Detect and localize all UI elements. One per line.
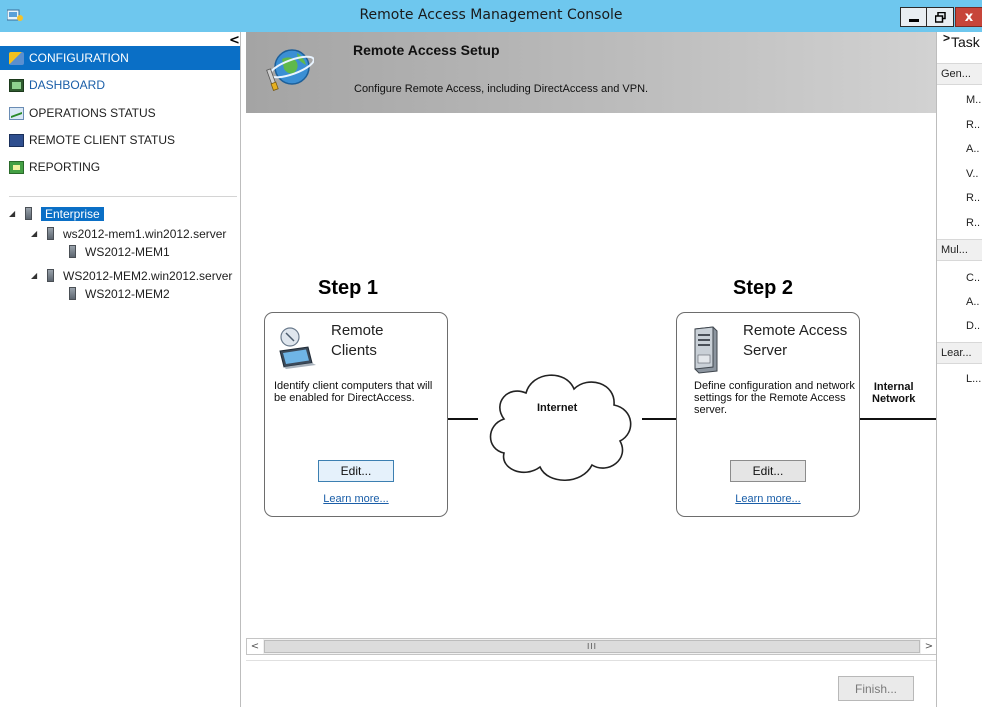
nav-divider [9,196,237,197]
remote-access-server-heading: Remote Access Server [743,321,847,361]
remote-access-server-learn-more-link[interactable]: Learn more... [677,493,859,505]
tree-node-server-2[interactable]: ◢ WS2012-MEM2.win2012.server [31,267,232,284]
minimize-icon [908,18,919,22]
task-item[interactable]: V.. [966,168,978,180]
heading-line2: Clients [331,342,377,359]
task-item[interactable]: D.. [966,320,980,332]
close-button[interactable]: x [955,7,982,27]
tree-node-label: Enterprise [41,206,104,221]
internal-network-line2: Network [872,393,916,405]
expand-arrow-icon[interactable]: ◢ [31,229,41,238]
globe-tools-icon [266,49,314,91]
tree-node-label: ws2012-mem1.win2012.server [63,226,227,241]
scrollbar-thumb[interactable]: III [264,640,920,653]
internet-cloud-icon [489,374,632,481]
scroll-left-icon[interactable]: < [247,639,263,654]
internal-network-label: Internal Network [872,381,915,405]
expand-arrow-icon[interactable]: ◢ [31,271,41,280]
nav-dashboard[interactable]: DASHBOARD [0,73,240,97]
close-icon: x [964,9,974,25]
heading-line2: Server [743,342,788,359]
task-item[interactable]: M.. [966,94,981,106]
task-item[interactable]: R.. [966,119,980,131]
server-icon [47,269,54,282]
title-bar: Remote Access Management Console x [0,0,982,32]
nav-configuration[interactable]: CONFIGURATION [0,46,240,70]
server-tower-icon [694,326,718,374]
finish-button[interactable]: Finish... [838,676,914,701]
remote-access-server-edit-button[interactable]: Edit... [730,460,806,482]
nav-label: REPORTING [29,160,101,174]
operations-status-icon [9,106,24,120]
nav-remote-client-status[interactable]: REMOTE CLIENT STATUS [0,128,240,152]
nav-label: DASHBOARD [29,78,106,92]
remote-clients-card: Remote Clients Identify client computers… [264,312,448,517]
tree-node-enterprise[interactable]: ◢ Enterprise [9,205,104,222]
nav-label: REMOTE CLIENT STATUS [29,133,176,147]
tasks-title: >Task [943,32,980,50]
remote-clients-edit-button[interactable]: Edit... [318,460,394,482]
reporting-icon [9,160,24,174]
heading-line1: Remote [331,322,384,339]
tree-node-server-1[interactable]: ◢ ws2012-mem1.win2012.server [31,225,226,242]
tree-node-label: WS2012-MEM2 [85,286,170,301]
nav-operations-status[interactable]: OPERATIONS STATUS [0,101,240,125]
setup-banner: Remote Access Setup Configure Remote Acc… [246,32,936,113]
step-2-title: Step 2 [733,277,794,299]
tree-node-member-2[interactable]: WS2012-MEM2 [69,285,170,302]
remote-client-status-icon [9,133,24,147]
restore-icon [934,11,946,23]
server-icon [25,207,32,220]
task-item[interactable]: C.. [966,272,980,284]
task-item[interactable]: R.. [966,192,980,204]
heading-line1: Remote Access [743,322,848,339]
server-icon [69,245,76,258]
remote-access-server-description: Define configuration and network setting… [694,380,855,416]
nav-reporting[interactable]: REPORTING [0,155,240,179]
remote-clients-description: Identify client computers that will be e… [274,380,433,404]
tasks-pane: >Task Gen... M.. R.. A.. V.. R.. R.. Mul… [936,32,982,707]
remote-clients-learn-more-link[interactable]: Learn more... [265,493,447,505]
horizontal-scrollbar[interactable]: < III > [246,638,938,655]
tree-node-label: WS2012-MEM2.win2012.server [63,268,233,283]
server-icon [47,227,54,240]
nav-label: OPERATIONS STATUS [29,106,156,120]
expand-tasks-icon[interactable]: > [943,32,950,45]
server-icon [69,287,76,300]
expand-arrow-icon[interactable]: ◢ [9,209,19,218]
internet-label: Internet [537,402,578,414]
remote-clients-heading: Remote Clients [331,321,384,361]
task-item[interactable]: A.. [966,143,979,155]
task-item[interactable]: A.. [966,296,979,308]
tree-node-member-1[interactable]: WS2012-MEM1 [69,243,170,260]
tasks-title-label: Task [951,34,980,50]
step-1-title: Step 1 [318,277,379,299]
footer-divider [246,660,938,661]
task-group-learn[interactable]: Lear... [937,342,982,364]
task-item[interactable]: R.. [966,217,980,229]
restore-button[interactable] [927,7,954,27]
internal-network-line1: Internal [873,381,914,393]
laptop-satellite-icon [279,327,316,369]
tree-node-label: WS2012-MEM1 [85,244,170,259]
task-item[interactable]: L... [966,373,981,385]
scroll-right-icon[interactable]: > [921,639,937,654]
configuration-icon [9,51,24,65]
remote-access-server-card: Remote Access Server Define configuratio… [676,312,860,517]
task-group-multisite[interactable]: Mul... [937,239,982,261]
nav-label: CONFIGURATION [29,51,129,65]
banner-title: Remote Access Setup [353,42,500,58]
dashboard-icon [9,78,24,92]
center-pane: Remote Access Setup Configure Remote Acc… [242,32,938,707]
minimize-button[interactable] [900,7,927,27]
banner-subtitle: Configure Remote Access, including Direc… [354,83,649,95]
window-title: Remote Access Management Console [359,7,623,23]
task-group-general[interactable]: Gen... [937,63,982,85]
connector-line [860,418,936,420]
